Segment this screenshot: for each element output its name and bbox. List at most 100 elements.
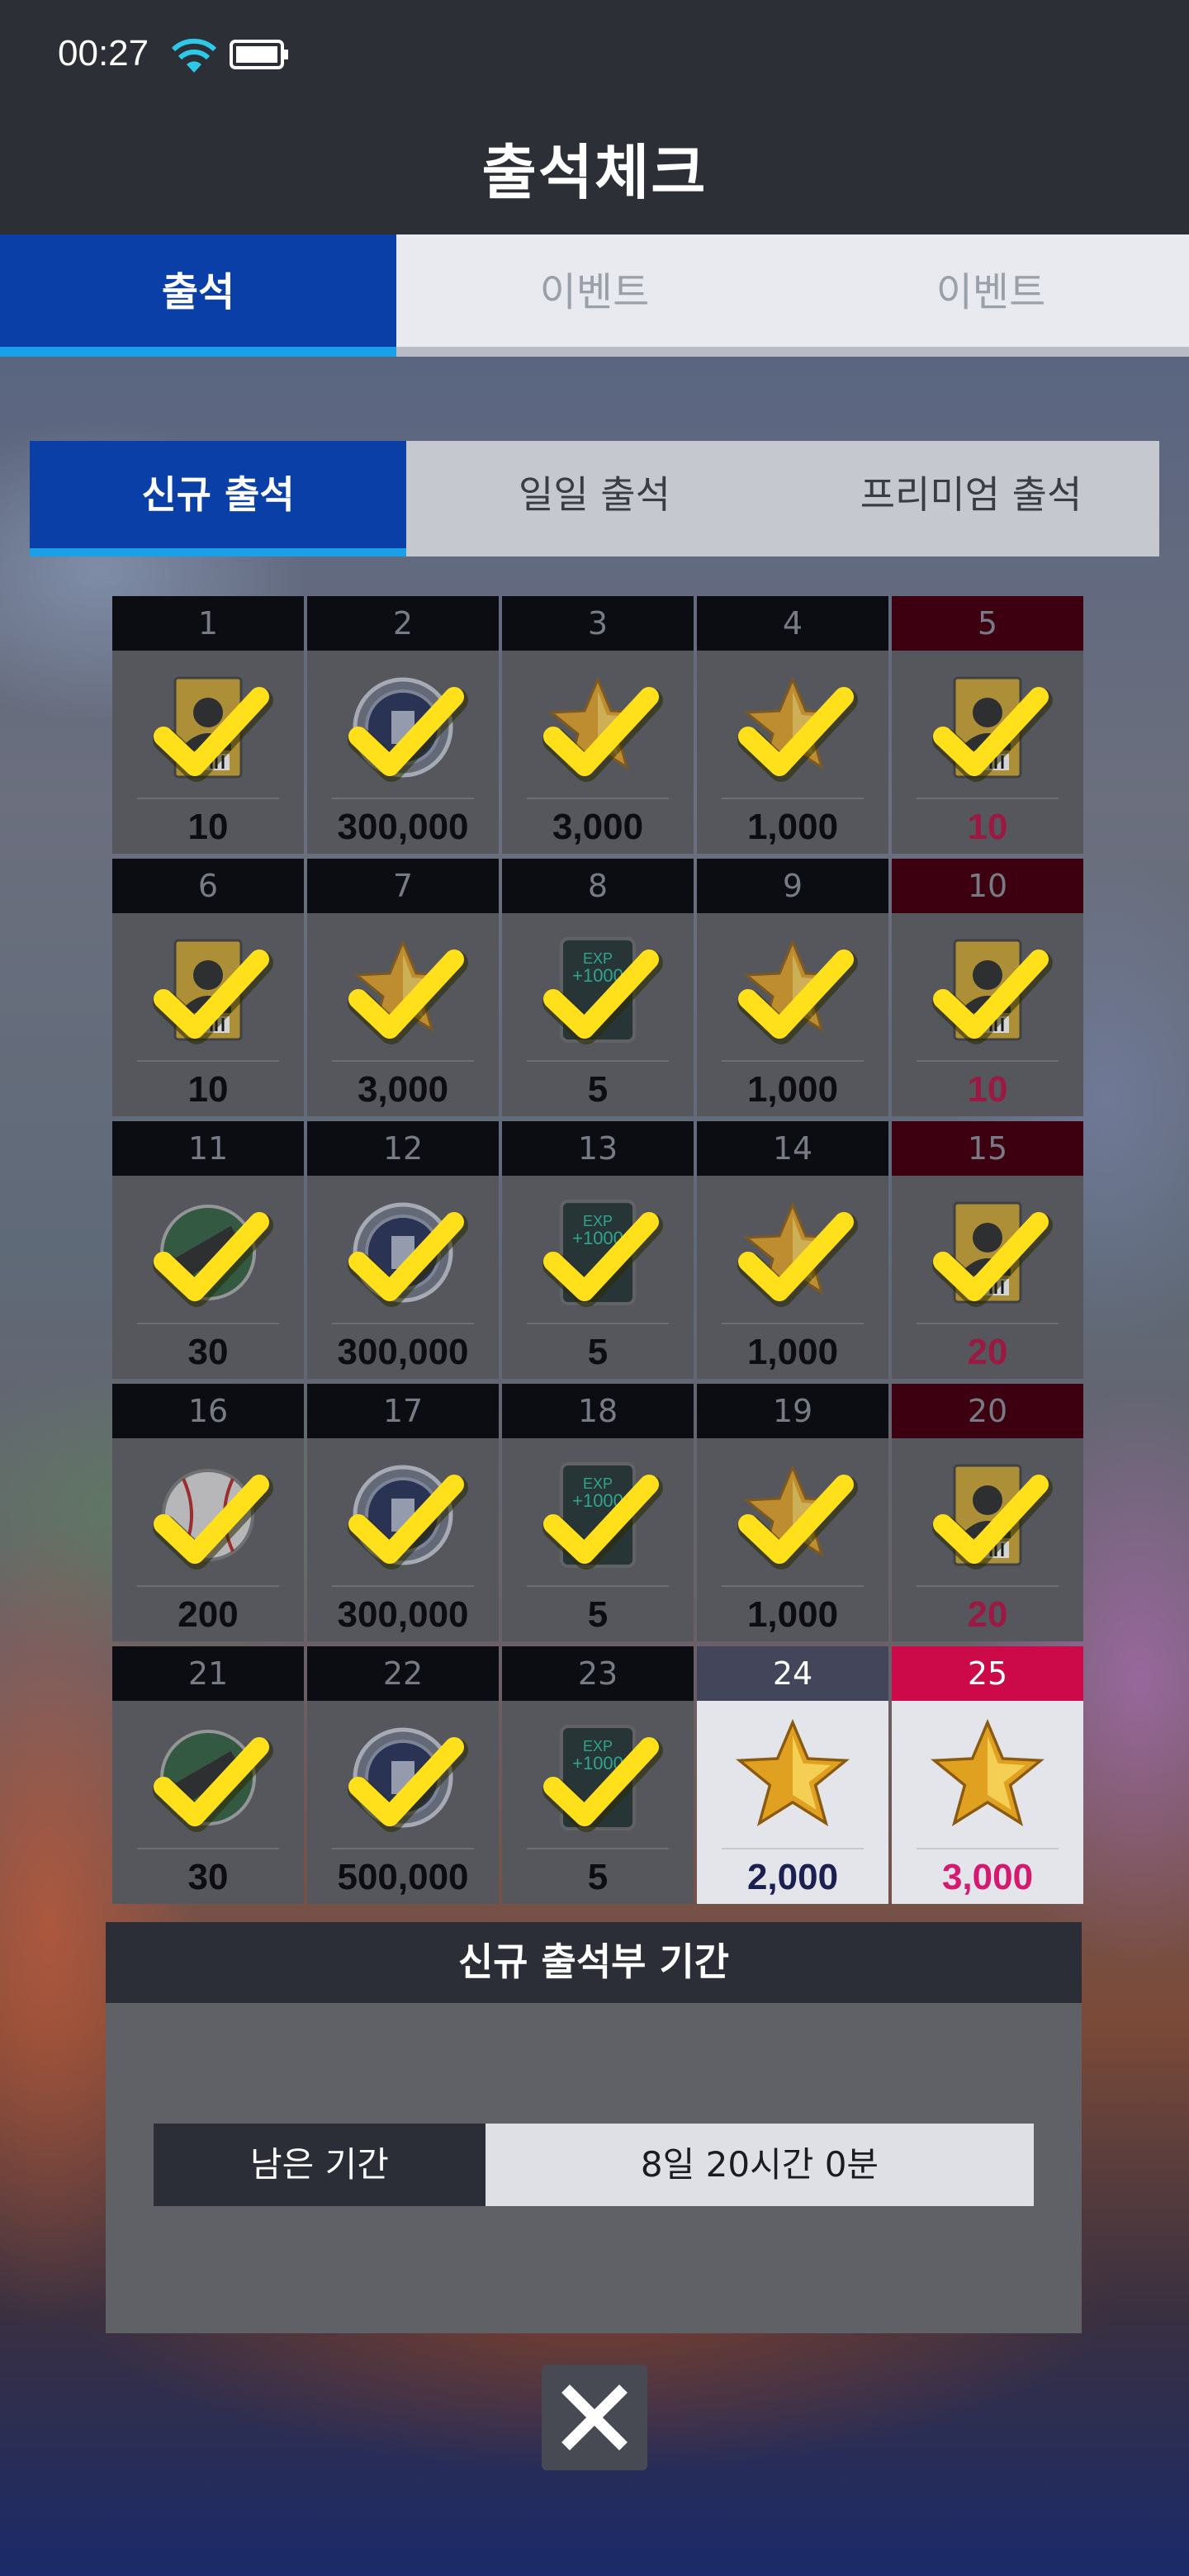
attendance-day-cell: 19 1,000 — [697, 1384, 888, 1641]
reward-amount: 5 — [587, 1857, 609, 1897]
reward-amount: 3,000 — [357, 1069, 449, 1110]
reward-amount: 5 — [587, 1069, 609, 1110]
divider — [917, 1323, 1059, 1324]
day-number: 9 — [697, 859, 888, 913]
day-number: 22 — [307, 1646, 499, 1701]
player-card-icon — [112, 651, 304, 804]
reward-amount: 10 — [187, 1069, 229, 1110]
reward-amount: 10 — [187, 807, 229, 847]
tab-attendance[interactable]: 출석 — [0, 234, 396, 357]
attendance-day-cell: 20 20 — [892, 1384, 1083, 1641]
tab-event-1[interactable]: 이벤트 — [396, 234, 793, 357]
day-number: 25 — [892, 1646, 1083, 1701]
reward-amount: 1,000 — [746, 1594, 839, 1635]
star-icon — [697, 913, 888, 1067]
day-number: 13 — [502, 1121, 694, 1176]
reward-amount: 30 — [187, 1332, 229, 1372]
exp-card-icon: EXP +1000 — [502, 1176, 694, 1329]
attendance-day-cell: 17 300,000 — [307, 1384, 499, 1641]
reward-amount: 1,000 — [746, 1069, 839, 1110]
divider — [722, 1585, 864, 1587]
attendance-day-cell: 1 10 — [112, 596, 304, 854]
star-icon — [697, 1701, 888, 1854]
star-icon — [892, 1701, 1083, 1854]
divider — [917, 1060, 1059, 1062]
divider — [332, 1060, 474, 1062]
divider — [332, 1585, 474, 1587]
divider — [332, 798, 474, 799]
remaining-period-value: 8일 20시간 0분 — [486, 2124, 1034, 2206]
day-number: 17 — [307, 1384, 499, 1438]
player-card-icon — [892, 913, 1083, 1067]
day-number: 4 — [697, 596, 888, 651]
attendance-day-cell: 15 20 — [892, 1121, 1083, 1379]
attendance-day-cell[interactable]: 24 2,000 — [697, 1646, 888, 1904]
reward-amount: 300,000 — [337, 1594, 469, 1635]
divider — [527, 1585, 669, 1587]
tab-event-2[interactable]: 이벤트 — [793, 234, 1189, 357]
sub-tab-bar: 신규 출석 일일 출석 프리미엄 출석 — [30, 441, 1159, 556]
day-number: 21 — [112, 1646, 304, 1701]
day-number: 15 — [892, 1121, 1083, 1176]
divider — [527, 1060, 669, 1062]
tab-daily-attendance[interactable]: 일일 출석 — [406, 441, 783, 556]
divider — [917, 1585, 1059, 1587]
day-number: 11 — [112, 1121, 304, 1176]
divider — [722, 1848, 864, 1849]
wifi-icon — [171, 38, 217, 73]
divider — [527, 798, 669, 799]
reward-amount: 1,000 — [746, 807, 839, 847]
reward-amount: 5 — [587, 1594, 609, 1635]
exp-card-icon: EXP +1000 — [502, 1438, 694, 1592]
day-number: 18 — [502, 1384, 694, 1438]
attendance-day-cell: 21 30 — [112, 1646, 304, 1904]
top-tab-bar: 출석 이벤트 이벤트 — [0, 234, 1189, 357]
baseball-icon — [112, 1438, 304, 1592]
attendance-day-cell: 16 200 — [112, 1384, 304, 1641]
tab-new-attendance[interactable]: 신규 출석 — [30, 441, 406, 556]
svg-text:EXP: EXP — [583, 950, 613, 967]
reward-amount: 30 — [187, 1857, 229, 1897]
day-number: 16 — [112, 1384, 304, 1438]
attendance-day-cell: 9 1,000 — [697, 859, 888, 1116]
status-time: 00:27 — [58, 33, 149, 73]
day-number: 7 — [307, 859, 499, 913]
attendance-day-cell: 10 10 — [892, 859, 1083, 1116]
exp-card-icon: EXP +1000 — [502, 913, 694, 1067]
divider — [137, 1848, 279, 1849]
attendance-day-cell: 14 1,000 — [697, 1121, 888, 1379]
attendance-day-cell: 22 500,000 — [307, 1646, 499, 1904]
star-icon — [697, 1176, 888, 1329]
day-number: 23 — [502, 1646, 694, 1701]
attendance-day-cell[interactable]: 25 3,000 — [892, 1646, 1083, 1904]
star-icon — [307, 913, 499, 1067]
battery-icon — [230, 40, 288, 69]
day-number: 20 — [892, 1384, 1083, 1438]
divider — [527, 1848, 669, 1849]
svg-text:EXP: EXP — [583, 1213, 613, 1229]
divider — [332, 1848, 474, 1849]
svg-text:EXP: EXP — [583, 1475, 613, 1492]
reward-amount: 200 — [178, 1594, 239, 1635]
reward-amount: 5 — [587, 1332, 609, 1372]
reward-amount: 1,000 — [746, 1332, 839, 1372]
day-number: 2 — [307, 596, 499, 651]
divider — [722, 1060, 864, 1062]
attendance-day-cell: 8 EXP +1000 5 — [502, 859, 694, 1116]
divider — [722, 1323, 864, 1324]
exp-card-icon: EXP +1000 — [502, 1701, 694, 1854]
svg-text:EXP: EXP — [583, 1738, 613, 1754]
ticket-icon — [112, 1701, 304, 1854]
close-button[interactable] — [542, 2365, 647, 2470]
player-card-icon — [112, 913, 304, 1067]
day-number: 12 — [307, 1121, 499, 1176]
divider — [527, 1323, 669, 1324]
reward-amount: 300,000 — [337, 1332, 469, 1372]
attendance-day-cell: 3 3,000 — [502, 596, 694, 854]
divider — [137, 1060, 279, 1062]
day-number: 6 — [112, 859, 304, 913]
tab-premium-attendance[interactable]: 프리미엄 출석 — [783, 441, 1159, 556]
close-icon — [561, 2384, 628, 2451]
reward-amount: 3,000 — [552, 807, 644, 847]
attendance-day-cell: 7 3,000 — [307, 859, 499, 1116]
